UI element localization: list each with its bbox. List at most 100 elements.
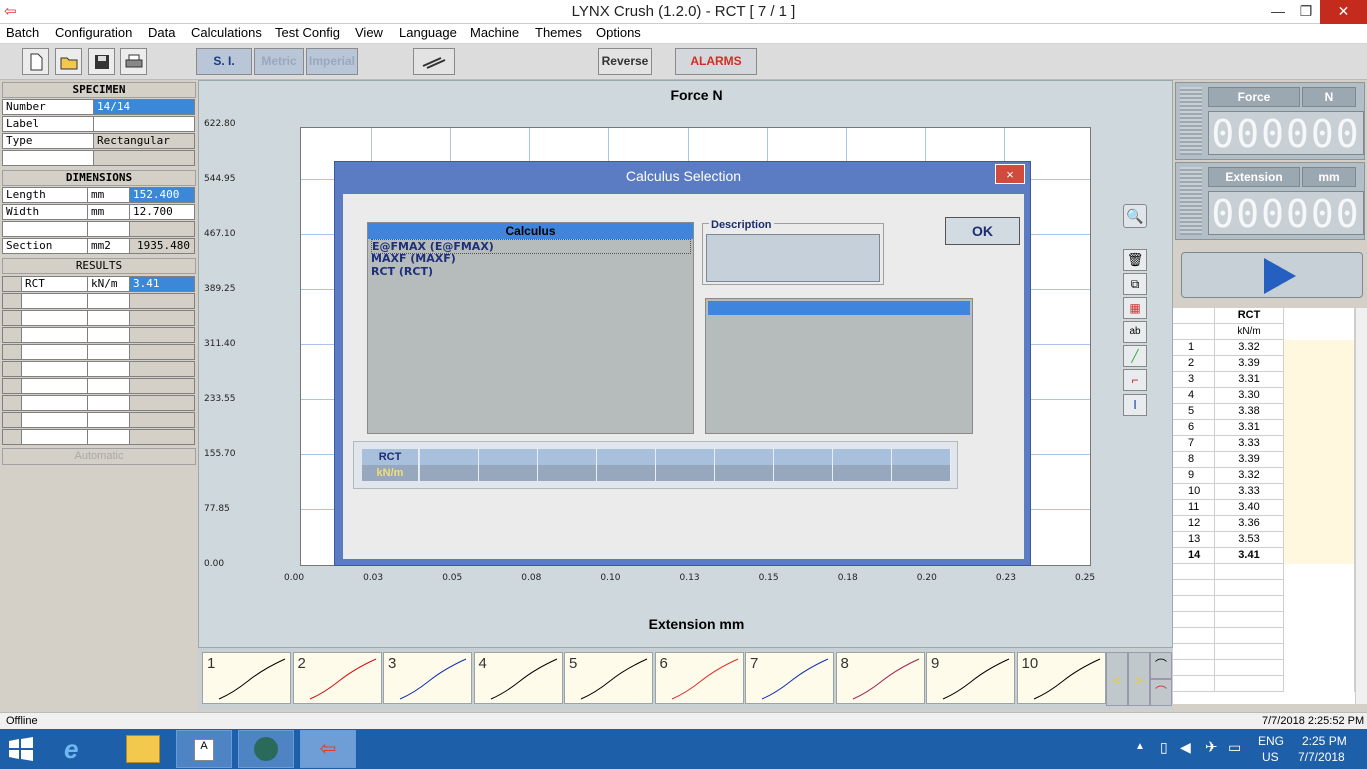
results-scrollbar[interactable] (1355, 308, 1367, 704)
alarms-button[interactable]: ALARMS (675, 48, 757, 75)
reverse-button[interactable]: Reverse (598, 48, 652, 75)
si-units-button[interactable]: S. I. (196, 48, 252, 75)
curve-thumbnail[interactable]: 2 (292, 652, 382, 704)
width-field[interactable]: 12.700 (129, 204, 195, 220)
table-row[interactable]: 11 3.40 (1173, 500, 1367, 516)
automatic-button[interactable]: Automatic (2, 448, 196, 465)
text-label-icon[interactable]: ab (1123, 321, 1147, 343)
table-row[interactable]: 3 3.31 (1173, 372, 1367, 388)
label-field[interactable] (93, 116, 195, 132)
curve-thumbnail[interactable]: 5 (564, 652, 653, 704)
length-field[interactable]: 152.400 (129, 187, 195, 203)
curve-thumbnail[interactable]: 8 (835, 652, 925, 704)
calculus-list[interactable]: Calculus E@FMAX (E@FMAX) MAXF (MAXF) RCT… (367, 222, 694, 434)
result-row-checkbox[interactable] (2, 293, 22, 309)
copy-icon[interactable]: ⧉ (1123, 273, 1147, 295)
palette-icon[interactable]: ▦ (1123, 297, 1147, 319)
region-indicator[interactable]: US (1262, 750, 1279, 764)
table-row[interactable]: 8 3.39 (1173, 452, 1367, 468)
curve-thumbnail[interactable]: 7 (745, 652, 834, 704)
curve-thumbnail[interactable]: 6 (654, 652, 744, 704)
table-row[interactable]: 7 3.33 (1173, 436, 1367, 452)
curve-icon[interactable]: ⌐ (1123, 369, 1147, 391)
taskbar-lynx-app[interactable] (238, 730, 294, 768)
save-icon[interactable] (88, 48, 115, 75)
menu-calculations[interactable]: Calculations (191, 25, 262, 40)
prev-page-icon[interactable]: < (1106, 652, 1128, 706)
menu-configuration[interactable]: Configuration (55, 25, 132, 40)
result-row-checkbox[interactable] (2, 429, 22, 445)
table-row[interactable]: 10 3.33 (1173, 484, 1367, 500)
table-row[interactable]: 2 3.39 (1173, 356, 1367, 372)
results-table[interactable]: RCT kN/m 1 3.32 2 3.39 3 3.31 4 3.30 5 3.38 6 3.31 7… (1173, 308, 1367, 704)
table-row[interactable] (1173, 660, 1367, 676)
ok-button[interactable]: OK (945, 217, 1020, 245)
overlay-curves-icon[interactable]: ⌒ (1150, 679, 1172, 706)
taskbar-crush-app[interactable]: ⇦ (300, 730, 356, 768)
result-row-checkbox[interactable] (2, 412, 22, 428)
lines-icon[interactable]: ╱ (1123, 345, 1147, 367)
result-row-checkbox[interactable] (2, 344, 22, 360)
table-row[interactable] (1173, 596, 1367, 612)
battery-icon[interactable]: ▯ (1160, 739, 1168, 756)
clock-time[interactable]: 2:25 PM (1302, 734, 1347, 748)
start-test-button[interactable] (1181, 252, 1363, 298)
table-row[interactable]: 14 3.41 (1173, 548, 1367, 564)
menu-language[interactable]: Language (399, 25, 457, 40)
dialog-close-icon[interactable]: × (995, 164, 1025, 184)
menu-themes[interactable]: Themes (535, 25, 582, 40)
number-field[interactable]: 14/14 (93, 99, 195, 115)
notification-icon[interactable]: ▭ (1228, 739, 1241, 756)
menu-batch[interactable]: Batch (6, 25, 39, 40)
curve-thumbnail[interactable]: 1 (202, 652, 291, 704)
browser-icon[interactable]: e (64, 734, 94, 764)
zoom-icon[interactable]: 🔍 (1123, 204, 1147, 228)
result-row-checkbox[interactable] (2, 395, 22, 411)
table-row[interactable] (1173, 580, 1367, 596)
tray-arrow-icon[interactable]: ▲ (1135, 741, 1145, 752)
result-row-checkbox[interactable] (2, 310, 22, 326)
menu-machine[interactable]: Machine (470, 25, 519, 40)
calculus-item[interactable]: RCT (RCT) (371, 265, 433, 278)
curve-thumbnail[interactable]: 4 (473, 652, 563, 704)
curve-thumbnail[interactable]: 3 (383, 652, 472, 704)
metric-units-button[interactable]: Metric (254, 48, 304, 75)
open-folder-icon[interactable] (55, 48, 82, 75)
result-row-checkbox[interactable] (2, 361, 22, 377)
result-row-checkbox[interactable] (2, 327, 22, 343)
file-explorer-icon[interactable] (126, 735, 160, 763)
menu-view[interactable]: View (355, 25, 383, 40)
table-row[interactable]: 6 3.31 (1173, 420, 1367, 436)
specimen-icon[interactable]: I (1123, 394, 1147, 416)
print-icon[interactable] (120, 48, 147, 75)
table-row[interactable]: 5 3.38 (1173, 404, 1367, 420)
menu-data[interactable]: Data (148, 25, 175, 40)
table-row[interactable]: 13 3.53 (1173, 532, 1367, 548)
curve-thumbnail[interactable]: 9 (926, 652, 1015, 704)
table-row[interactable] (1173, 564, 1367, 580)
calculus-item[interactable]: MAXF (MAXF) (371, 252, 456, 265)
link-icon[interactable] (413, 48, 455, 75)
description-field[interactable] (706, 234, 880, 282)
result-row-checkbox[interactable] (2, 276, 22, 292)
selected-list[interactable] (705, 298, 973, 434)
taskbar-document-app[interactable]: A (176, 730, 232, 768)
new-file-icon[interactable] (22, 48, 49, 75)
volume-icon[interactable]: ◀ (1180, 739, 1191, 756)
table-row[interactable] (1173, 612, 1367, 628)
table-row[interactable]: 9 3.32 (1173, 468, 1367, 484)
curve-thumbnail[interactable]: 10 (1016, 652, 1106, 704)
imperial-units-button[interactable]: Imperial (306, 48, 358, 75)
close-button[interactable]: ✕ (1320, 0, 1367, 24)
language-indicator[interactable]: ENG (1258, 734, 1284, 748)
single-curve-icon[interactable]: ⌒ (1150, 652, 1172, 679)
menu-test-config[interactable]: Test Config (275, 25, 340, 40)
table-row[interactable]: 4 3.30 (1173, 388, 1367, 404)
trash-icon[interactable]: 🗑 (1123, 249, 1147, 271)
clock-date[interactable]: 7/7/2018 (1298, 750, 1345, 764)
table-row[interactable] (1173, 628, 1367, 644)
type-field[interactable]: Rectangular (93, 133, 195, 149)
table-row[interactable]: 1 3.32 (1173, 340, 1367, 356)
airplane-icon[interactable]: ✈ (1205, 738, 1218, 756)
table-row[interactable]: 12 3.36 (1173, 516, 1367, 532)
